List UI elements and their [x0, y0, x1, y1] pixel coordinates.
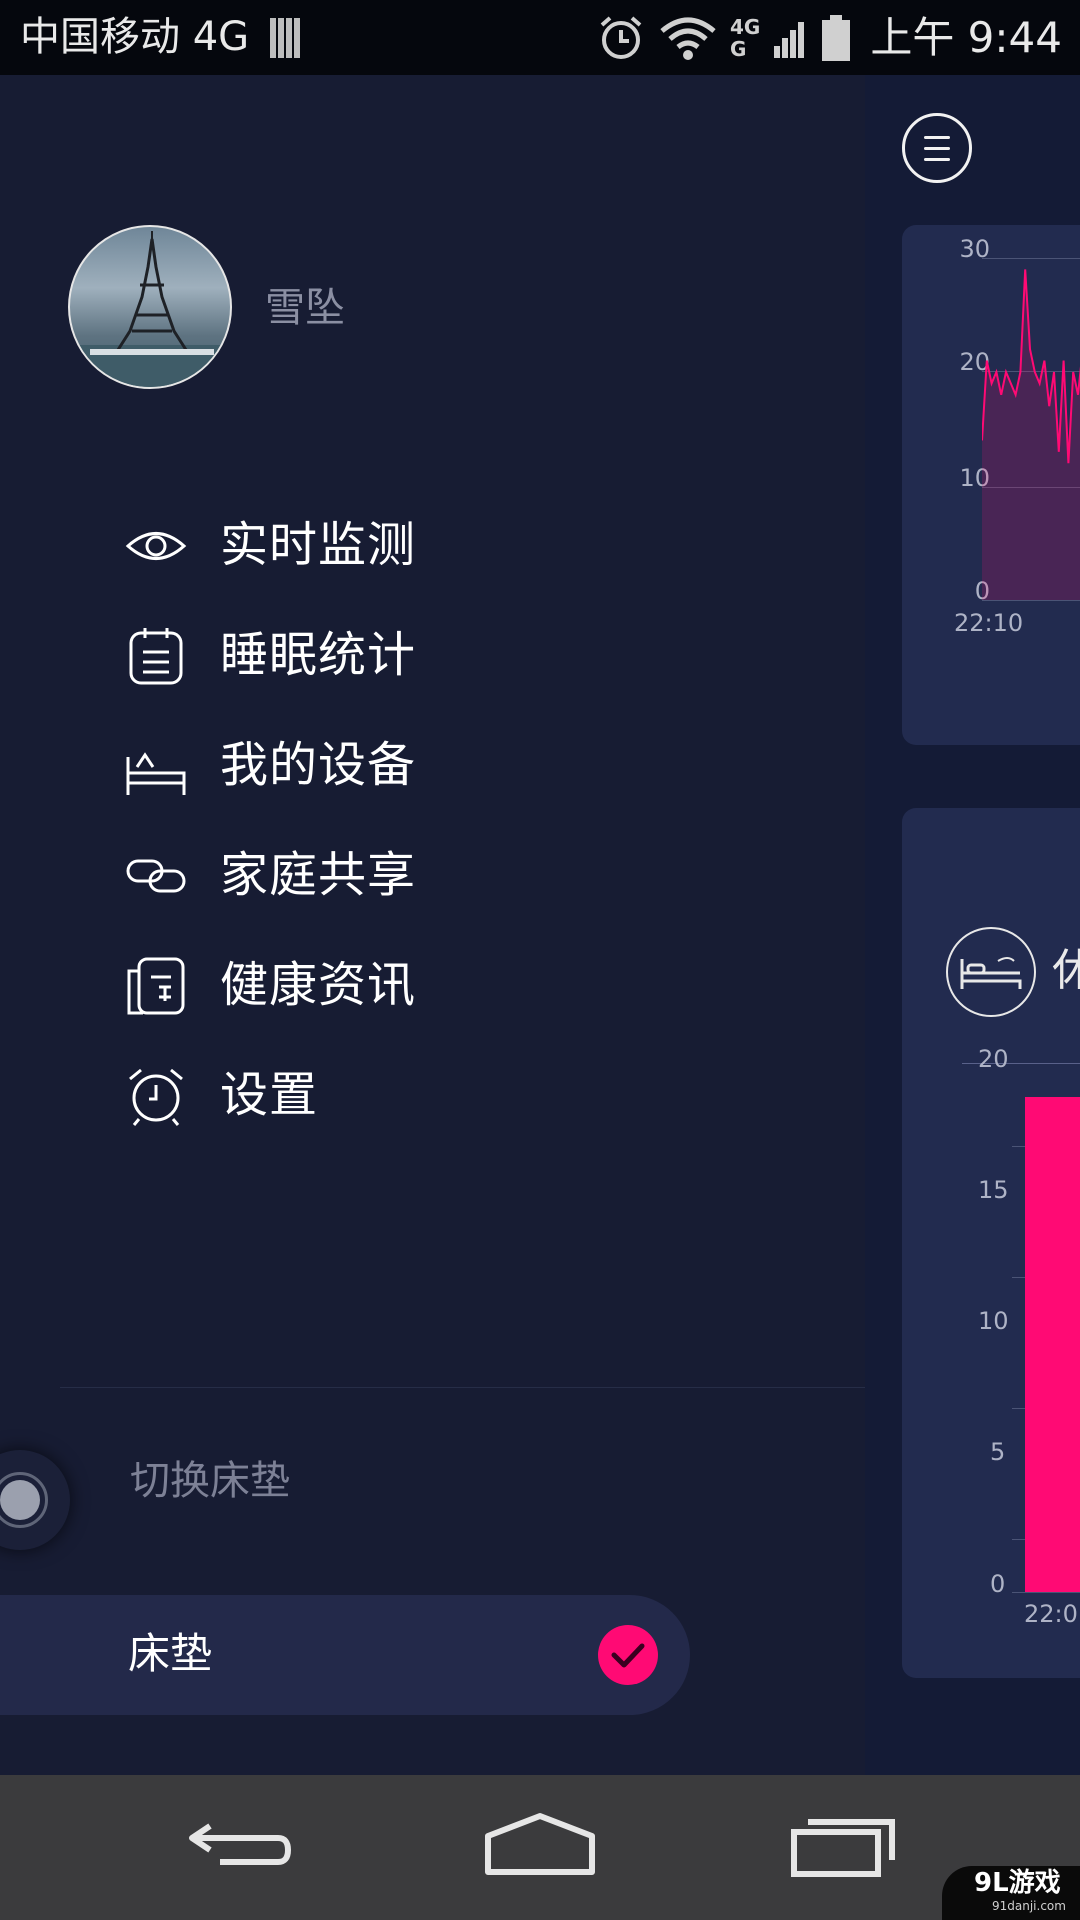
menu-icon-line: [924, 158, 950, 161]
sleep-bar: [1025, 1097, 1080, 1592]
system-navigation-bar: [0, 1775, 1080, 1920]
menu-item-label: 睡眠统计: [220, 627, 417, 683]
carrier-label: 中国移动 4G: [20, 14, 250, 60]
wifi-icon: [660, 17, 716, 60]
menu-item-label: 健康资讯: [220, 957, 417, 1013]
avatar[interactable]: [68, 225, 232, 389]
floating-assistive-button[interactable]: [0, 1450, 70, 1550]
home-icon: [485, 1813, 595, 1875]
y-tick-label: 5: [990, 1438, 1006, 1466]
recent-apps-button[interactable]: [780, 1810, 900, 1880]
assistive-dot: [0, 1480, 40, 1520]
menu-icon-line: [924, 136, 950, 139]
back-arrow-icon: [189, 1823, 292, 1865]
drawer-divider: [60, 1387, 865, 1388]
navigation-drawer: 雪坠 实时监测 睡眠统计 我的设备 家庭共享 健康资讯 设置 切换床垫 床垫: [0, 75, 865, 1775]
eiffel-tower-image: [70, 231, 230, 387]
menu-item-settings[interactable]: 设置: [125, 1050, 725, 1140]
eye-icon: [125, 532, 187, 560]
network-type-bottom: G: [729, 37, 747, 61]
username: 雪坠: [265, 285, 345, 331]
recent-apps-icon: [791, 1819, 895, 1877]
bed-icon: [126, 752, 186, 795]
menu-item-label: 设置: [220, 1067, 319, 1123]
x-tick-label: 22:10: [954, 609, 1024, 637]
menu-item-label: 家庭共享: [220, 847, 417, 903]
y-tick-label: 15: [978, 1176, 1009, 1204]
document-icon: [127, 957, 185, 1015]
menu-item-my-devices[interactable]: 我的设备: [125, 720, 725, 810]
bed-icon: [946, 927, 1036, 1017]
check-icon: [598, 1625, 658, 1685]
home-button[interactable]: [480, 1810, 600, 1880]
menu-icon-line: [924, 147, 950, 150]
watermark-text: 9L游戏: [974, 1868, 1061, 1898]
network-type-top: 4G: [729, 15, 761, 39]
clock: 上午 9:44: [870, 13, 1062, 62]
grid-line: [1012, 1592, 1080, 1593]
heart-rate-line-chart: [982, 269, 1080, 600]
signal-strength-icon: [270, 18, 300, 58]
battery-icon: [822, 15, 851, 61]
status-bar: 中国移动 4G 4G G 上午 9:44: [0, 0, 1080, 75]
sleep-card-title: 休: [1052, 945, 1080, 996]
menu-item-label: 实时监测: [220, 517, 417, 573]
menu-toggle-button[interactable]: [902, 113, 972, 183]
y-tick-label: 0: [990, 1570, 1006, 1598]
cellular-signal-icon: [774, 22, 805, 58]
calendar-icon: [129, 628, 183, 685]
watermark-url: 91danji.com: [992, 1899, 1066, 1913]
line-area: [982, 269, 1080, 600]
alarm-clock-icon: [129, 1068, 183, 1126]
back-button[interactable]: [180, 1810, 300, 1880]
switch-mattress-title: 切换床垫: [130, 1458, 290, 1504]
menu-item-health-news[interactable]: 健康资讯: [125, 940, 725, 1030]
realtime-chart-card: 30 20 10 0 22:10: [902, 225, 1080, 745]
menu-item-family-sharing[interactable]: 家庭共享: [125, 830, 725, 920]
menu-item-sleep-statistics[interactable]: 睡眠统计: [125, 610, 725, 700]
alarm-icon: [600, 16, 642, 59]
watermark-logo: 9L游戏 91danji.com: [942, 1866, 1080, 1920]
x-tick-label: 22:0: [1024, 1600, 1078, 1628]
y-tick-label: 10: [978, 1307, 1009, 1335]
mattress-option[interactable]: 床垫: [0, 1595, 690, 1715]
y-tick-label: 20: [978, 1045, 1009, 1073]
network-type-badge: 4G G: [730, 16, 760, 60]
mattress-label: 床垫: [128, 1629, 213, 1678]
menu-item-realtime-monitor[interactable]: 实时监测: [125, 500, 725, 590]
link-icon: [126, 859, 186, 893]
menu-item-label: 我的设备: [220, 737, 417, 793]
